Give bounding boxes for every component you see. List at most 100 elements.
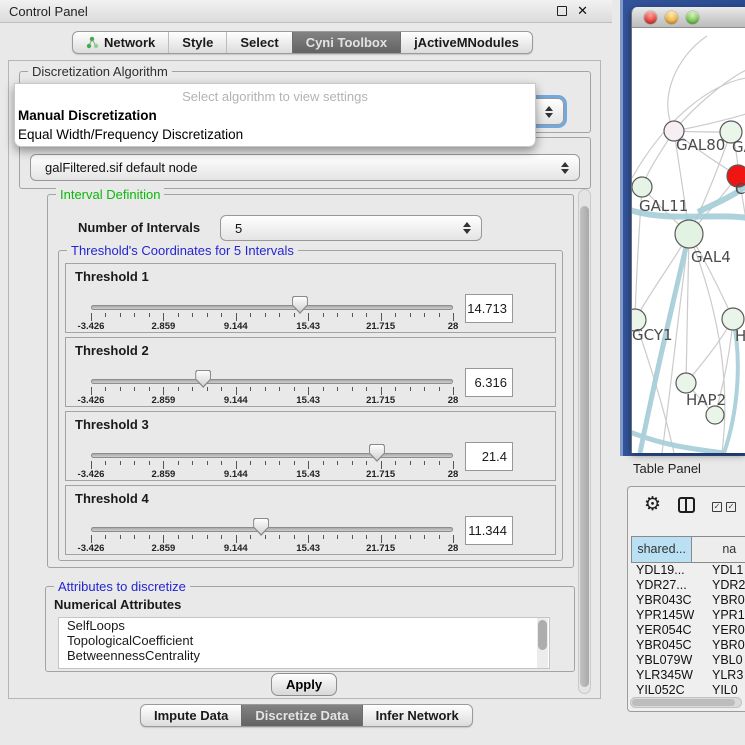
- network-icon: [86, 36, 99, 49]
- tab-select[interactable]: Select: [226, 32, 291, 53]
- cell-name: YER0: [709, 623, 745, 638]
- cell-shared-name: YDL19...: [631, 563, 709, 578]
- table-row[interactable]: YDR27...YDR2: [631, 578, 745, 593]
- network-node-hap2[interactable]: [676, 373, 696, 393]
- attribute-item-betweennesscentrality[interactable]: BetweennessCentrality: [59, 648, 549, 663]
- table-data-combobox[interactable]: galFiltered.sif default node: [30, 154, 580, 181]
- slider-track[interactable]: [91, 305, 453, 310]
- node-label-ga: GA: [732, 138, 745, 156]
- table-row[interactable]: YDL19...YDL1: [631, 563, 745, 578]
- tab-label: Impute Data: [154, 708, 228, 723]
- close-icon[interactable]: ✕: [577, 5, 588, 17]
- threshold-value-field[interactable]: 14.713: [465, 294, 513, 323]
- tab-label: Cyni Toolbox: [306, 35, 387, 50]
- threshold-slider[interactable]: -3.4262.8599.14415.4321.71528: [91, 338, 453, 408]
- slider-track[interactable]: [91, 527, 453, 532]
- table-row[interactable]: YER054CYER0: [631, 623, 745, 638]
- gear-icon[interactable]: ⚙: [644, 493, 661, 516]
- threshold-slider[interactable]: -3.4262.8599.14415.4321.71528: [91, 412, 453, 482]
- algorithm-option-equal-width-frequency-discretization[interactable]: Equal Width/Frequency Discretization: [15, 125, 535, 144]
- tab-label: Discretize Data: [255, 708, 348, 723]
- algorithm-dropdown-popup: Select algorithm to view settings Manual…: [14, 83, 536, 147]
- slider-thumb[interactable]: [253, 518, 269, 536]
- column-header-shared-name[interactable]: shared...: [631, 536, 692, 563]
- checkbox-icon[interactable]: ✓: [712, 502, 722, 512]
- screen: Control Panel ✕ NetworkStyleSelectCyni T…: [0, 0, 745, 745]
- table-row[interactable]: YBL079WYBL0: [631, 653, 745, 668]
- tab-jactivemnodules[interactable]: jActiveMNodules: [400, 32, 532, 53]
- checkbox-icon[interactable]: ✓: [726, 502, 736, 512]
- cell-shared-name: YBL079W: [631, 653, 709, 668]
- slider-thumb[interactable]: [195, 370, 211, 388]
- threshold-value-field[interactable]: 6.316: [465, 368, 513, 397]
- column-header-name[interactable]: na: [692, 536, 745, 563]
- slider-tick-labels: -3.4262.8599.14415.4321.71528: [91, 543, 453, 554]
- attribute-item-selfloops[interactable]: SelfLoops: [59, 618, 549, 633]
- cell-shared-name: YBR043C: [631, 593, 709, 608]
- thresholds-group: Threshold's Coordinates for 5 Intervals …: [58, 250, 563, 561]
- slider-track[interactable]: [91, 379, 453, 384]
- tab-discretize-data[interactable]: Discretize Data: [241, 705, 361, 726]
- table-row[interactable]: YIL052CYIL0: [631, 683, 745, 697]
- slider-thumb[interactable]: [292, 296, 308, 314]
- float-icon[interactable]: [557, 6, 567, 16]
- interval-definition-group: Interval Definition Number of Intervals …: [47, 194, 574, 568]
- cell-shared-name: YER054C: [631, 623, 709, 638]
- cell-name: YPR1: [709, 608, 745, 623]
- network-node-gal4[interactable]: [675, 220, 703, 248]
- table-panel-title: Table Panel: [633, 461, 701, 476]
- cell-shared-name: YIL052C: [631, 683, 709, 697]
- slider-ticks: [91, 535, 453, 543]
- table-row[interactable]: YBR043CYBR0: [631, 593, 745, 608]
- numerical-attributes-label: Numerical Attributes: [54, 597, 181, 612]
- attributes-scrollbar[interactable]: [537, 618, 548, 668]
- close-traffic-light-icon[interactable]: [644, 11, 657, 24]
- table-row[interactable]: YBR045CYBR0: [631, 638, 745, 653]
- tab-style[interactable]: Style: [168, 32, 226, 53]
- tab-network[interactable]: Network: [73, 32, 168, 53]
- combo-arrows-icon: [561, 162, 569, 174]
- slider-track[interactable]: [91, 453, 453, 458]
- tab-impute-data[interactable]: Impute Data: [141, 705, 241, 726]
- cell-name: YDL1: [709, 563, 745, 578]
- interval-definition-legend: Interval Definition: [56, 187, 164, 202]
- minimize-traffic-light-icon[interactable]: [665, 11, 678, 24]
- combo-arrows-icon: [463, 222, 471, 234]
- table-row[interactable]: YPR145WYPR1: [631, 608, 745, 623]
- threshold-panel-threshold-2: Threshold 2-3.4262.8599.14415.4321.71528…: [65, 337, 556, 407]
- numerical-attributes-list[interactable]: SelfLoopsTopologicalCoefficientBetweenne…: [58, 617, 550, 669]
- cell-name: YIL0: [709, 683, 745, 697]
- slider-ticks: [91, 387, 453, 395]
- threshold-value-field[interactable]: 11.344: [465, 516, 513, 545]
- panel-scrollbar[interactable]: [578, 189, 591, 694]
- network-window-titlebar: [632, 7, 745, 28]
- tab-label: Select: [240, 35, 278, 50]
- algorithm-option-manual-discretization[interactable]: Manual Discretization: [15, 106, 535, 125]
- table-row[interactable]: YLR345WYLR3: [631, 668, 745, 683]
- thresholds-legend: Threshold's Coordinates for 5 Intervals: [67, 243, 298, 258]
- slider-thumb[interactable]: [369, 444, 385, 462]
- network-canvas[interactable]: GAL80GACGAL11GAL4GCY1HHAP2: [632, 28, 745, 453]
- cell-name: YBR0: [709, 593, 745, 608]
- attribute-item-topologicalcoefficient[interactable]: TopologicalCoefficient: [59, 633, 549, 648]
- table-panel-toolbar: ⚙ ✓ ✓: [628, 487, 745, 527]
- tab-cyni-toolbox[interactable]: Cyni Toolbox: [292, 32, 400, 53]
- table-horizontal-scrollbar[interactable]: [630, 697, 742, 708]
- tab-infer-network[interactable]: Infer Network: [362, 705, 472, 726]
- slider-tick-labels: -3.4262.8599.14415.4321.71528: [91, 321, 453, 332]
- cell-shared-name: YBR045C: [631, 638, 709, 653]
- tab-label: Infer Network: [376, 708, 459, 723]
- node-table: shared... na YDL19...YDL1YDR27...YDR2YBR…: [631, 536, 745, 697]
- table-data-value: galFiltered.sif default node: [45, 160, 197, 175]
- number-of-intervals-combobox[interactable]: 5: [220, 215, 482, 241]
- node-label-gcy1: GCY1: [632, 326, 673, 344]
- threshold-value-field[interactable]: 21.4: [465, 442, 513, 471]
- threshold-slider[interactable]: -3.4262.8599.14415.4321.71528: [91, 486, 453, 556]
- network-node-gal11[interactable]: [632, 177, 652, 197]
- zoom-traffic-light-icon[interactable]: [686, 11, 699, 24]
- tab-label: Network: [104, 35, 155, 50]
- split-columns-icon[interactable]: [678, 497, 695, 513]
- threshold-slider[interactable]: -3.4262.8599.14415.4321.71528: [91, 264, 453, 334]
- apply-button[interactable]: Apply: [271, 673, 337, 696]
- node-label-gal4: GAL4: [691, 248, 731, 266]
